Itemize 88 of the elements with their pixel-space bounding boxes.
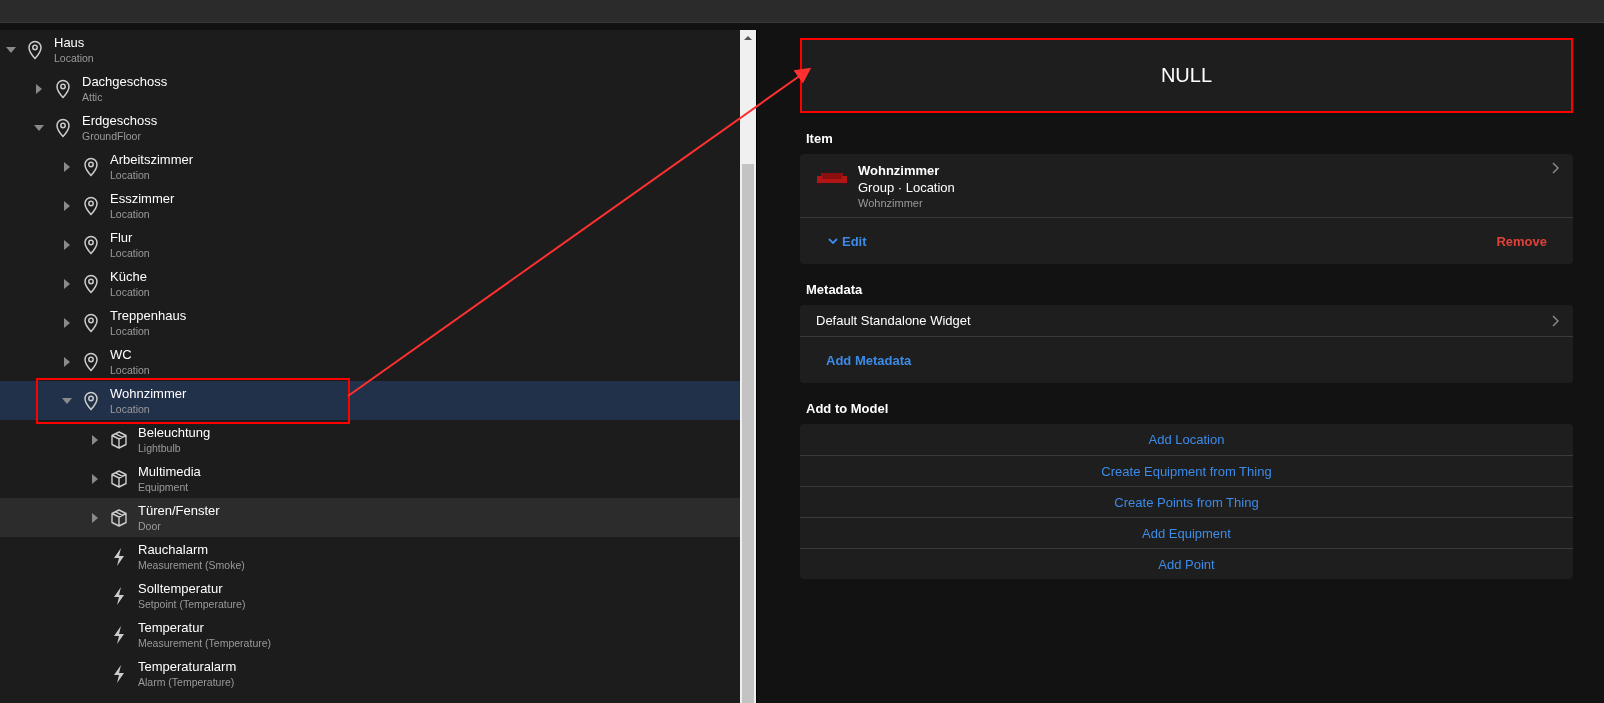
item-type: Attic <box>82 89 104 104</box>
map-pin-icon <box>82 390 100 411</box>
item-type: Equipment <box>138 479 190 494</box>
item-type: Alarm (Temperature) <box>138 674 236 689</box>
metadata-name: Default Standalone Widget <box>816 313 971 328</box>
model-action-button[interactable]: Create Points from Thing <box>800 486 1573 517</box>
tree-item[interactable]: Dachgeschoss Attic <box>0 69 740 108</box>
item-name: Haus <box>54 34 86 51</box>
item-type: Location <box>110 401 151 416</box>
item-name: Beleuchtung <box>138 424 211 441</box>
item-name: Temperatur <box>138 619 205 636</box>
item-name: Flur <box>110 229 134 246</box>
state-card: NULL <box>800 38 1573 113</box>
item-name: Erdgeschoss <box>82 112 158 129</box>
scrollbar-thumb[interactable] <box>742 164 754 703</box>
item-type: Setpoint (Temperature) <box>138 596 246 611</box>
map-pin-icon <box>26 39 44 60</box>
item-name: Türen/Fenster <box>138 502 220 519</box>
item-name: Wohnzimmer <box>110 385 187 402</box>
tree-item[interactable]: Multimedia Equipment <box>0 459 740 498</box>
item-type: Location <box>54 50 94 65</box>
item-type: Location <box>110 206 151 221</box>
section-heading: Metadata <box>806 282 864 297</box>
item-type: Location <box>110 362 150 377</box>
tree-item[interactable]: Solltemperatur Setpoint (Temperature) <box>0 576 740 615</box>
tree-item[interactable]: WC Location <box>0 342 740 381</box>
cube-icon <box>110 429 128 450</box>
map-pin-icon <box>82 273 100 294</box>
map-pin-icon <box>82 312 100 333</box>
section-heading: Add to Model <box>806 401 890 416</box>
section-heading: Item <box>806 131 834 146</box>
tree-item[interactable]: Wohnzimmer Location <box>0 381 740 420</box>
item-name: WC <box>110 346 133 363</box>
tree-item[interactable]: Esszimmer Location <box>0 186 740 225</box>
item-type: GroundFloor <box>82 128 142 143</box>
map-pin-icon <box>54 117 72 138</box>
model-action-button[interactable]: Add Point <box>800 548 1573 579</box>
item-type: Group · Location <box>858 179 956 196</box>
item-name: Wohnzimmer <box>858 162 941 179</box>
model-action-button[interactable]: Add Equipment <box>800 517 1573 548</box>
chevron-right-icon <box>1551 162 1559 174</box>
tree-item[interactable]: Arbeitszimmer Location <box>0 147 740 186</box>
cube-icon <box>110 507 128 528</box>
chevron-right-icon <box>1551 314 1559 327</box>
map-pin-icon <box>82 195 100 216</box>
tree-item[interactable]: Flur Location <box>0 225 740 264</box>
scrollbar[interactable] <box>740 30 757 703</box>
item-name: Solltemperatur <box>138 580 224 597</box>
item-name: Arbeitszimmer <box>110 151 194 168</box>
tree-item[interactable]: Beleuchtung Lightbulb <box>0 420 740 459</box>
sofa-icon <box>816 170 848 186</box>
model-action-button[interactable]: Add Location <box>800 424 1573 455</box>
tree-item[interactable]: Erdgeschoss GroundFloor <box>0 108 740 147</box>
chevron-down-icon <box>828 237 838 245</box>
item-name: Treppenhaus <box>110 307 187 324</box>
item-type: Measurement (Smoke) <box>138 557 245 572</box>
edit-link[interactable]: Edit <box>828 233 867 249</box>
map-pin-icon <box>82 351 100 372</box>
item-type: Door <box>138 518 162 533</box>
tree-item[interactable]: Temperaturalarm Alarm (Temperature) <box>0 654 740 693</box>
item-label: Wohnzimmer <box>858 196 924 211</box>
tree-item[interactable]: Haus Location <box>0 30 740 69</box>
remove-link[interactable]: Remove <box>1496 233 1547 249</box>
item-name: Esszimmer <box>110 190 175 207</box>
map-pin-icon <box>82 156 100 177</box>
item-type: Location <box>110 245 150 260</box>
item-type: Location <box>110 323 151 338</box>
cube-icon <box>110 468 128 489</box>
item-type: Measurement (Temperature) <box>138 635 272 650</box>
caret-up-icon[interactable] <box>743 34 753 42</box>
item-name: Dachgeschoss <box>82 73 168 90</box>
model-action-button[interactable]: Create Equipment from Thing <box>800 455 1573 486</box>
item-name: Küche <box>110 268 148 285</box>
add-metadata-link[interactable]: Add Metadata <box>826 352 912 368</box>
item-type: Lightbulb <box>138 440 182 455</box>
tree-item[interactable]: Treppenhaus Location <box>0 303 740 342</box>
map-pin-icon <box>54 78 72 99</box>
item-type: Location <box>110 167 151 182</box>
item-name: Multimedia <box>138 463 201 480</box>
map-pin-icon <box>82 234 100 255</box>
item-name: Temperaturalarm <box>138 658 237 675</box>
item-name: Rauchalarm <box>138 541 210 558</box>
tree-item[interactable]: Temperatur Measurement (Temperature) <box>0 615 740 654</box>
item-type: Location <box>110 284 150 299</box>
tree-item[interactable]: Türen/Fenster Door <box>0 498 740 537</box>
tree-item[interactable]: Küche Location <box>0 264 740 303</box>
tree-item[interactable]: Rauchalarm Measurement (Smoke) <box>0 537 740 576</box>
metadata-entry[interactable]: Default Standalone Widget <box>800 305 1573 337</box>
